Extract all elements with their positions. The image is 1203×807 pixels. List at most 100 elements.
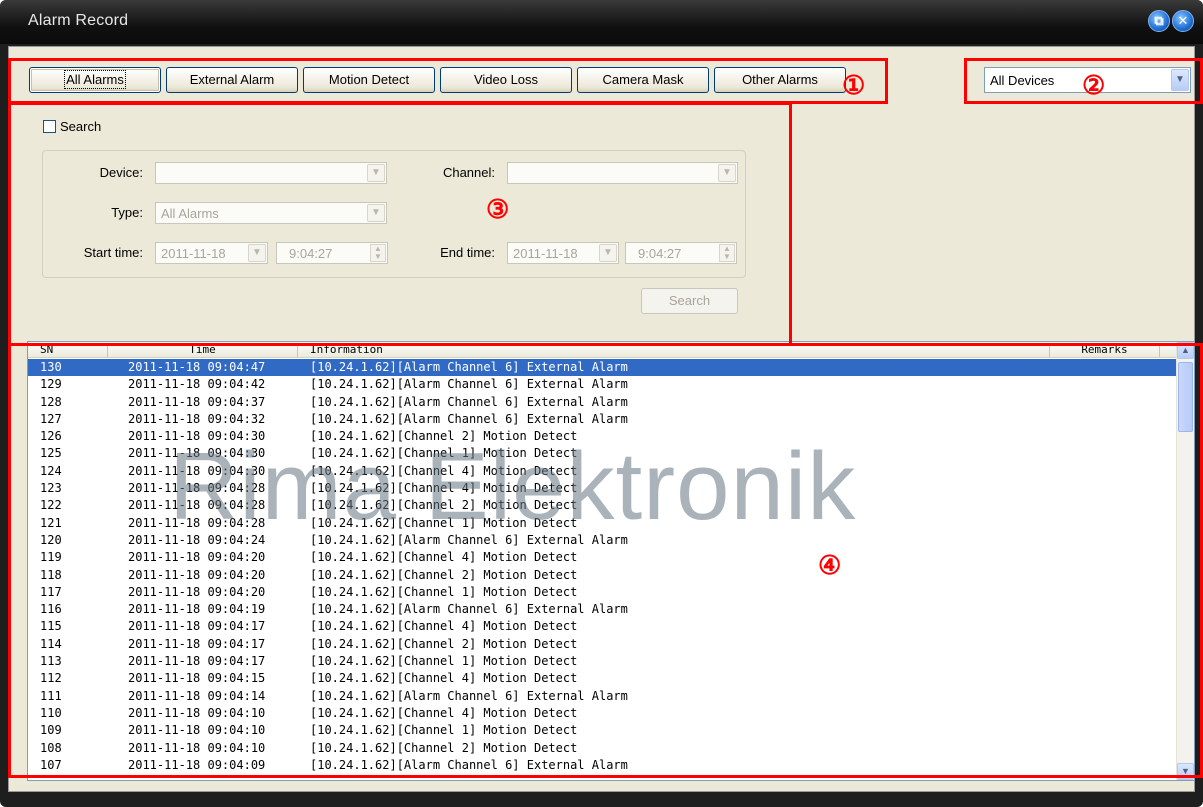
- device-label: Device:: [99, 165, 143, 180]
- table-row[interactable]: 122 2011-11-18 09:04:28 [10.24.1.62][Chann…: [28, 497, 1178, 514]
- cell-time: 2011-11-18 09:04:30: [128, 429, 266, 444]
- window-title: Alarm Record: [28, 12, 129, 29]
- cell-sn: 124: [40, 463, 62, 478]
- type-label: Type:: [111, 205, 143, 220]
- cell-sn: 109: [40, 723, 62, 738]
- cell-information: [10.24.1.62][Channel 1] Motion Detect: [310, 584, 578, 599]
- table-row[interactable]: 116 2011-11-18 09:04:19 [10.24.1.62][Alarm…: [28, 601, 1178, 618]
- table-row[interactable]: 123 2011-11-18 09:04:28 [10.24.1.62][Chann…: [28, 480, 1178, 497]
- title-bar: Alarm Record ⧉ ✕: [0, 0, 1203, 44]
- end-time-spinner: 9:04:27 ▲ ▼: [625, 242, 737, 264]
- cell-time: 2011-11-18 09:04:20: [128, 584, 266, 599]
- tab-external-alarm[interactable]: External Alarm: [166, 67, 298, 93]
- device-combo: ▼: [155, 162, 387, 184]
- spinner-icon: ▲ ▼: [719, 244, 735, 262]
- column-header-remarks[interactable]: Remarks: [1050, 343, 1160, 357]
- table-row[interactable]: 119 2011-11-18 09:04:20 [10.24.1.62][Chann…: [28, 549, 1178, 566]
- chevron-down-icon: ▼: [367, 164, 385, 182]
- client-area: All Alarms External Alarm Motion Detect …: [8, 46, 1195, 792]
- chevron-down-icon: ▼: [367, 204, 385, 222]
- close-icon[interactable]: ✕: [1172, 10, 1194, 32]
- cell-sn: 129: [40, 377, 62, 392]
- table-row[interactable]: 115 2011-11-18 09:04:17 [10.24.1.62][Chann…: [28, 618, 1178, 635]
- cell-information: [10.24.1.62][Channel 4] Motion Detect: [310, 705, 578, 720]
- table-row[interactable]: 113 2011-11-18 09:04:17 [10.24.1.62][Chann…: [28, 653, 1178, 670]
- tab-motion-detect[interactable]: Motion Detect: [303, 67, 435, 93]
- table-row[interactable]: 114 2011-11-18 09:04:17 [10.24.1.62][Chann…: [28, 636, 1178, 653]
- vertical-scrollbar[interactable]: ▲ ▼: [1176, 342, 1194, 780]
- spinner-icon: ▲ ▼: [370, 244, 386, 262]
- column-header-sn[interactable]: SN: [28, 343, 108, 357]
- tab-camera-mask[interactable]: Camera Mask: [577, 67, 709, 93]
- cell-sn: 113: [40, 654, 62, 669]
- cell-information: [10.24.1.62][Alarm Channel 6] External A…: [310, 360, 628, 374]
- cell-sn: 112: [40, 671, 62, 686]
- cell-time: 2011-11-18 09:04:15: [128, 671, 266, 686]
- cell-information: [10.24.1.62][Alarm Channel 6] External A…: [310, 688, 628, 703]
- annotation-number-4: ④: [818, 551, 842, 581]
- column-header-information[interactable]: Information: [298, 343, 1050, 357]
- cell-time: 2011-11-18 09:04:19: [128, 602, 266, 617]
- table-row[interactable]: 130 2011-11-18 09:04:47 [10.24.1.62][Alarm…: [28, 359, 1178, 377]
- device-dropdown-value: All Devices: [990, 73, 1055, 88]
- search-checkbox-label: Search: [60, 119, 102, 134]
- cell-information: [10.24.1.62][Channel 2] Motion Detect: [310, 498, 578, 513]
- table-body: 130 2011-11-18 09:04:47 [10.24.1.62][Alarm…: [28, 359, 1178, 774]
- cell-information: [10.24.1.62][Channel 4] Motion Detect: [310, 481, 578, 496]
- table-row[interactable]: 109 2011-11-18 09:04:10 [10.24.1.62][Chann…: [28, 722, 1178, 739]
- table-row[interactable]: 111 2011-11-18 09:04:14 [10.24.1.62][Alarm…: [28, 688, 1178, 705]
- cell-sn: 110: [40, 705, 62, 720]
- cell-time: 2011-11-18 09:04:20: [128, 567, 266, 582]
- scroll-thumb[interactable]: [1178, 362, 1193, 432]
- cell-time: 2011-11-18 09:04:17: [128, 654, 266, 669]
- cell-information: [10.24.1.62][Alarm Channel 6] External A…: [310, 377, 628, 392]
- table-row[interactable]: 110 2011-11-18 09:04:10 [10.24.1.62][Chann…: [28, 705, 1178, 722]
- table-row[interactable]: 121 2011-11-18 09:04:28 [10.24.1.62][Chann…: [28, 515, 1178, 532]
- cell-time: 2011-11-18 09:04:30: [128, 463, 266, 478]
- cell-information: [10.24.1.62][Alarm Channel 6] External A…: [310, 394, 628, 409]
- restore-icon[interactable]: ⧉: [1148, 10, 1170, 32]
- cell-time: 2011-11-18 09:04:42: [128, 377, 266, 392]
- cell-time: 2011-11-18 09:04:10: [128, 705, 266, 720]
- cell-information: [10.24.1.62][Alarm Channel 6] External A…: [310, 602, 628, 617]
- table-row[interactable]: 117 2011-11-18 09:04:20 [10.24.1.62][Chann…: [28, 584, 1178, 601]
- table-row[interactable]: 128 2011-11-18 09:04:37 [10.24.1.62][Alarm…: [28, 394, 1178, 411]
- search-filter-group: Device: ▼ Channel: ▼ Type: All Alarms ▼ …: [42, 150, 746, 278]
- cell-sn: 111: [40, 688, 62, 703]
- search-toggle[interactable]: Search: [43, 119, 101, 134]
- cell-sn: 123: [40, 481, 62, 496]
- cell-time: 2011-11-18 09:04:14: [128, 688, 266, 703]
- cell-time: 2011-11-18 09:04:28: [128, 498, 266, 513]
- table-header: SN Time Information Remarks: [28, 342, 1178, 358]
- cell-time: 2011-11-18 09:04:17: [128, 636, 266, 651]
- table-row[interactable]: 118 2011-11-18 09:04:20 [10.24.1.62][Chann…: [28, 567, 1178, 584]
- scroll-up-icon[interactable]: ▲: [1177, 342, 1194, 359]
- cell-sn: 125: [40, 446, 62, 461]
- cell-information: [10.24.1.62][Channel 1] Motion Detect: [310, 446, 578, 461]
- tab-all-alarms[interactable]: All Alarms: [29, 67, 161, 93]
- table-row[interactable]: 124 2011-11-18 09:04:30 [10.24.1.62][Chann…: [28, 463, 1178, 480]
- cell-time: 2011-11-18 09:04:10: [128, 723, 266, 738]
- start-time-spinner: 9:04:27 ▲ ▼: [276, 242, 388, 264]
- chevron-down-icon[interactable]: ▼: [1171, 69, 1189, 91]
- cell-information: [10.24.1.62][Channel 1] Motion Detect: [310, 654, 578, 669]
- table-row[interactable]: 125 2011-11-18 09:04:30 [10.24.1.62][Chann…: [28, 445, 1178, 462]
- table-row[interactable]: 129 2011-11-18 09:04:42 [10.24.1.62][Alarm…: [28, 376, 1178, 393]
- table-row[interactable]: 126 2011-11-18 09:04:30 [10.24.1.62][Chann…: [28, 428, 1178, 445]
- tab-video-loss[interactable]: Video Loss: [440, 67, 572, 93]
- cell-sn: 120: [40, 532, 62, 547]
- cell-sn: 122: [40, 498, 62, 513]
- annotation-number-2: ②: [1082, 71, 1106, 101]
- table-row[interactable]: 112 2011-11-18 09:04:15 [10.24.1.62][Chann…: [28, 670, 1178, 687]
- scroll-down-icon[interactable]: ▼: [1177, 763, 1194, 780]
- cell-sn: 108: [40, 740, 62, 755]
- tab-other-alarms[interactable]: Other Alarms: [714, 67, 846, 93]
- column-header-time[interactable]: Time: [108, 343, 298, 357]
- table-row[interactable]: 108 2011-11-18 09:04:10 [10.24.1.62][Chann…: [28, 740, 1178, 757]
- search-checkbox[interactable]: [43, 120, 56, 133]
- table-row[interactable]: 120 2011-11-18 09:04:24 [10.24.1.62][Alarm…: [28, 532, 1178, 549]
- table-row[interactable]: 127 2011-11-18 09:04:32 [10.24.1.62][Alarm…: [28, 411, 1178, 428]
- table-row[interactable]: 107 2011-11-18 09:04:09 [10.24.1.62][Alarm…: [28, 757, 1178, 774]
- end-time-label: End time:: [440, 245, 495, 260]
- cell-time: 2011-11-18 09:04:09: [128, 757, 266, 772]
